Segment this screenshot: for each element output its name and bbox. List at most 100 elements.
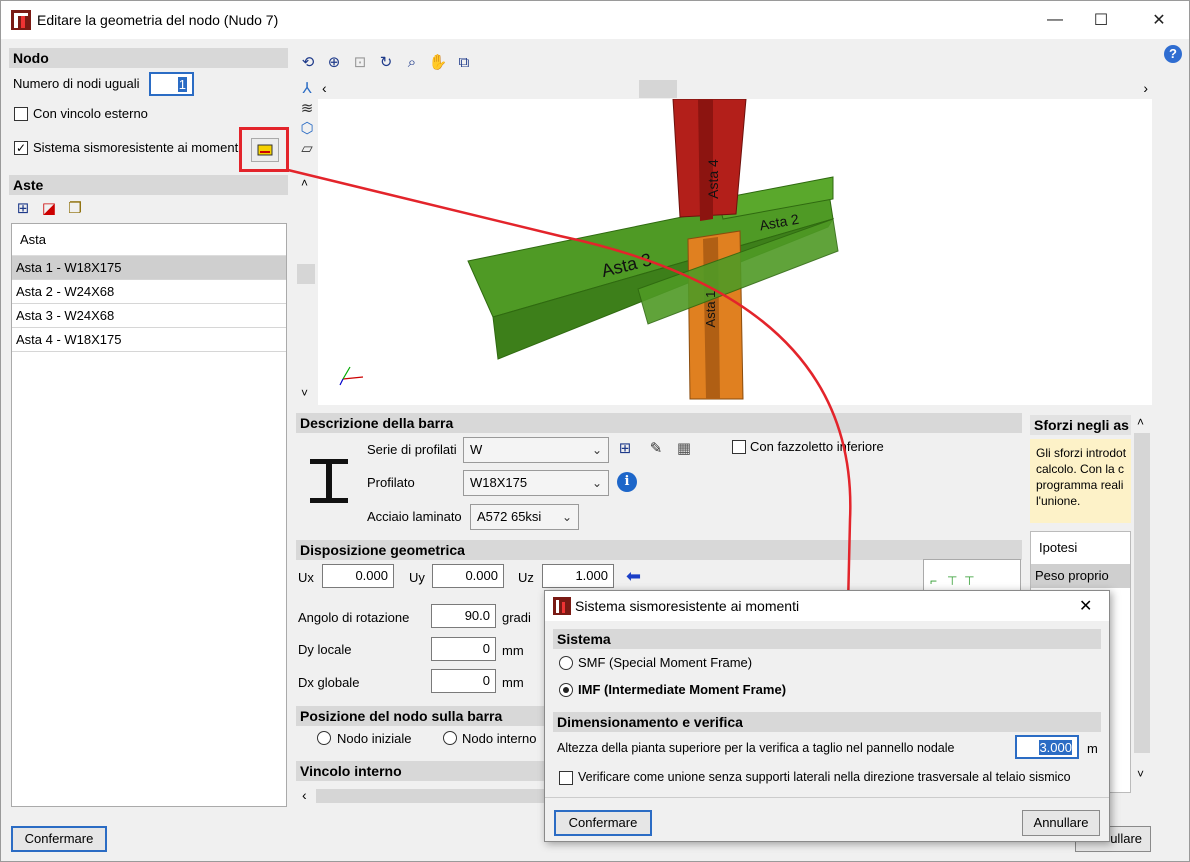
view-vscroll[interactable]: ˄ ˅: [297, 176, 315, 405]
delete-icon[interactable]: ◪: [39, 199, 59, 219]
dx-unit: mm: [502, 675, 524, 690]
profilato-select[interactable]: W18X175 ⌄: [463, 470, 609, 496]
view-hscroll[interactable]: ‹ ›: [318, 80, 1152, 98]
scroll-thumb[interactable]: [316, 789, 552, 803]
acciaio-value: A572 65ksi: [477, 509, 542, 524]
disposizione-header: Disposizione geometrica: [296, 540, 1022, 560]
angolo-input[interactable]: 90.0: [431, 604, 496, 628]
dialog-sistema-header: Sistema: [553, 629, 1101, 649]
rotate-icon[interactable]: ⟲: [298, 53, 318, 73]
help-icon[interactable]: ?: [1164, 45, 1182, 63]
dialog-dim-header: Dimensionamento e verifica: [553, 712, 1101, 732]
scroll-right-icon[interactable]: ›: [1143, 80, 1148, 96]
imf-label: IMF (Intermediate Moment Frame): [578, 682, 787, 697]
nodo-interno-label: Nodo interno: [462, 731, 537, 746]
dy-label: Dy locale: [298, 642, 352, 657]
dialog-annullare-button[interactable]: Annullare: [1022, 810, 1100, 836]
uz-input[interactable]: 1.000: [542, 564, 614, 588]
zoom-icon[interactable]: ⌕: [402, 53, 422, 73]
scroll-thumb[interactable]: [639, 80, 677, 98]
verificare-checkbox[interactable]: [559, 771, 573, 785]
list-item[interactable]: Asta 4 - W18X175: [12, 328, 286, 352]
scroll-up-icon[interactable]: ˄: [1137, 415, 1144, 429]
confermare-button[interactable]: Confermare: [11, 826, 107, 852]
altezza-value: 3.000: [1039, 740, 1072, 755]
asta-4-label: Asta 4: [705, 159, 721, 199]
sistema-dialog: Sistema sismoresistente ai momenti ✕ Sis…: [544, 590, 1110, 842]
list-item[interactable]: Asta 3 - W24X68: [12, 304, 286, 328]
profilato-value: W18X175: [470, 475, 528, 490]
scroll-down-icon[interactable]: ˅: [1137, 767, 1144, 781]
imf-radio[interactable]: [559, 683, 573, 697]
num-nodi-input[interactable]: 1: [149, 72, 194, 96]
scroll-up-icon[interactable]: ˄: [301, 176, 308, 190]
scroll-thumb[interactable]: [1134, 433, 1150, 753]
altezza-input[interactable]: 3.000: [1015, 735, 1079, 759]
refresh-icon[interactable]: ↻: [376, 53, 396, 73]
axes-icon[interactable]: ⅄: [297, 79, 317, 99]
serie-label: Serie di profilati: [367, 442, 457, 457]
nodo-interno-radio[interactable]: [443, 731, 457, 745]
uz-label: Uz: [518, 570, 534, 585]
dy-input[interactable]: 0: [431, 637, 496, 661]
dialog-title-bar: Sistema sismoresistente ai momenti ✕: [545, 591, 1109, 621]
dx-input[interactable]: 0: [431, 669, 496, 693]
smf-label: SMF (Special Moment Frame): [578, 655, 753, 670]
chevron-down-icon: ⌄: [561, 510, 572, 524]
cube-icon[interactable]: ⬡: [297, 119, 317, 139]
fazzoletto-checkbox[interactable]: [732, 440, 746, 454]
pan-icon[interactable]: ✋: [428, 53, 448, 73]
vincolo-esterno-checkbox[interactable]: [14, 107, 28, 121]
dialog-title: Sistema sismoresistente ai momenti: [575, 598, 800, 614]
zoom-all-icon[interactable]: ⊕: [324, 53, 344, 73]
list-item[interactable]: Asta 1 - W18X175: [12, 256, 286, 280]
scroll-thumb[interactable]: [297, 264, 315, 284]
minimize-button[interactable]: —: [1033, 7, 1077, 33]
scroll-left-icon[interactable]: ‹: [302, 787, 307, 803]
nodo-header: Nodo: [9, 48, 288, 68]
serie-select[interactable]: W ⌄: [463, 437, 609, 463]
ux-label: Ux: [298, 570, 314, 585]
vincolo-esterno-label: Con vincolo esterno: [33, 106, 148, 121]
zoom-window-icon[interactable]: ⊡: [350, 53, 370, 73]
ux-input[interactable]: 0.000: [322, 564, 394, 588]
table-icon[interactable]: ▦: [674, 439, 694, 459]
note-line: Gli sforzi introdot: [1036, 446, 1127, 460]
edit-profile-icon[interactable]: ✎: [646, 439, 666, 459]
ipotesi-header: Ipotesi: [1039, 540, 1078, 555]
info-icon[interactable]: i: [617, 472, 637, 492]
sistema-sismo-label: Sistema sismoresistente ai momenti: [33, 140, 242, 155]
nodo-iniziale-radio[interactable]: [317, 731, 331, 745]
maximize-button[interactable]: ☐: [1079, 7, 1123, 33]
3d-view[interactable]: Asta 4 Asta 2 Asta 3 Asta 1: [318, 98, 1152, 405]
copy-icon[interactable]: ❐: [65, 199, 85, 219]
uy-input[interactable]: 0.000: [432, 564, 504, 588]
serie-value: W: [470, 442, 483, 457]
wireframe-icon[interactable]: ▱: [297, 139, 317, 159]
close-icon[interactable]: ✕: [1079, 596, 1092, 616]
close-button[interactable]: ✕: [1137, 7, 1181, 33]
right-vscroll[interactable]: ˄ ˅: [1133, 413, 1151, 793]
altezza-unit: m: [1087, 741, 1098, 756]
list-item[interactable]: Asta 2 - W24X68: [12, 280, 286, 304]
fazzoletto-label: Con fazzoletto inferiore: [750, 439, 884, 454]
arrow-left-icon[interactable]: ⬅: [626, 566, 641, 587]
sistema-sismo-checkbox[interactable]: ✓: [14, 141, 28, 155]
aste-column-header: Asta: [12, 224, 286, 256]
altezza-label: Altezza della pianta superiore per la ve…: [557, 741, 955, 755]
smf-radio[interactable]: [559, 656, 573, 670]
layers-icon[interactable]: ≋: [297, 99, 317, 119]
i-section-icon: [310, 459, 348, 503]
acciaio-label: Acciaio laminato: [367, 509, 462, 524]
scroll-left-icon[interactable]: ‹: [322, 80, 327, 96]
add-profile-icon[interactable]: ⊞: [615, 439, 635, 459]
dialog-confermare-button[interactable]: Confermare: [554, 810, 652, 836]
bottom-hscroll[interactable]: ‹: [296, 787, 556, 805]
chevron-down-icon: ⌄: [591, 443, 602, 457]
add-icon[interactable]: ⊞: [13, 199, 33, 219]
nodo-iniziale-label: Nodo iniziale: [337, 731, 412, 746]
table-row[interactable]: Peso proprio: [1031, 564, 1130, 588]
acciaio-select[interactable]: A572 65ksi ⌄: [470, 504, 579, 530]
scroll-down-icon[interactable]: ˅: [301, 386, 308, 400]
fit-icon[interactable]: ⧉: [454, 53, 474, 73]
